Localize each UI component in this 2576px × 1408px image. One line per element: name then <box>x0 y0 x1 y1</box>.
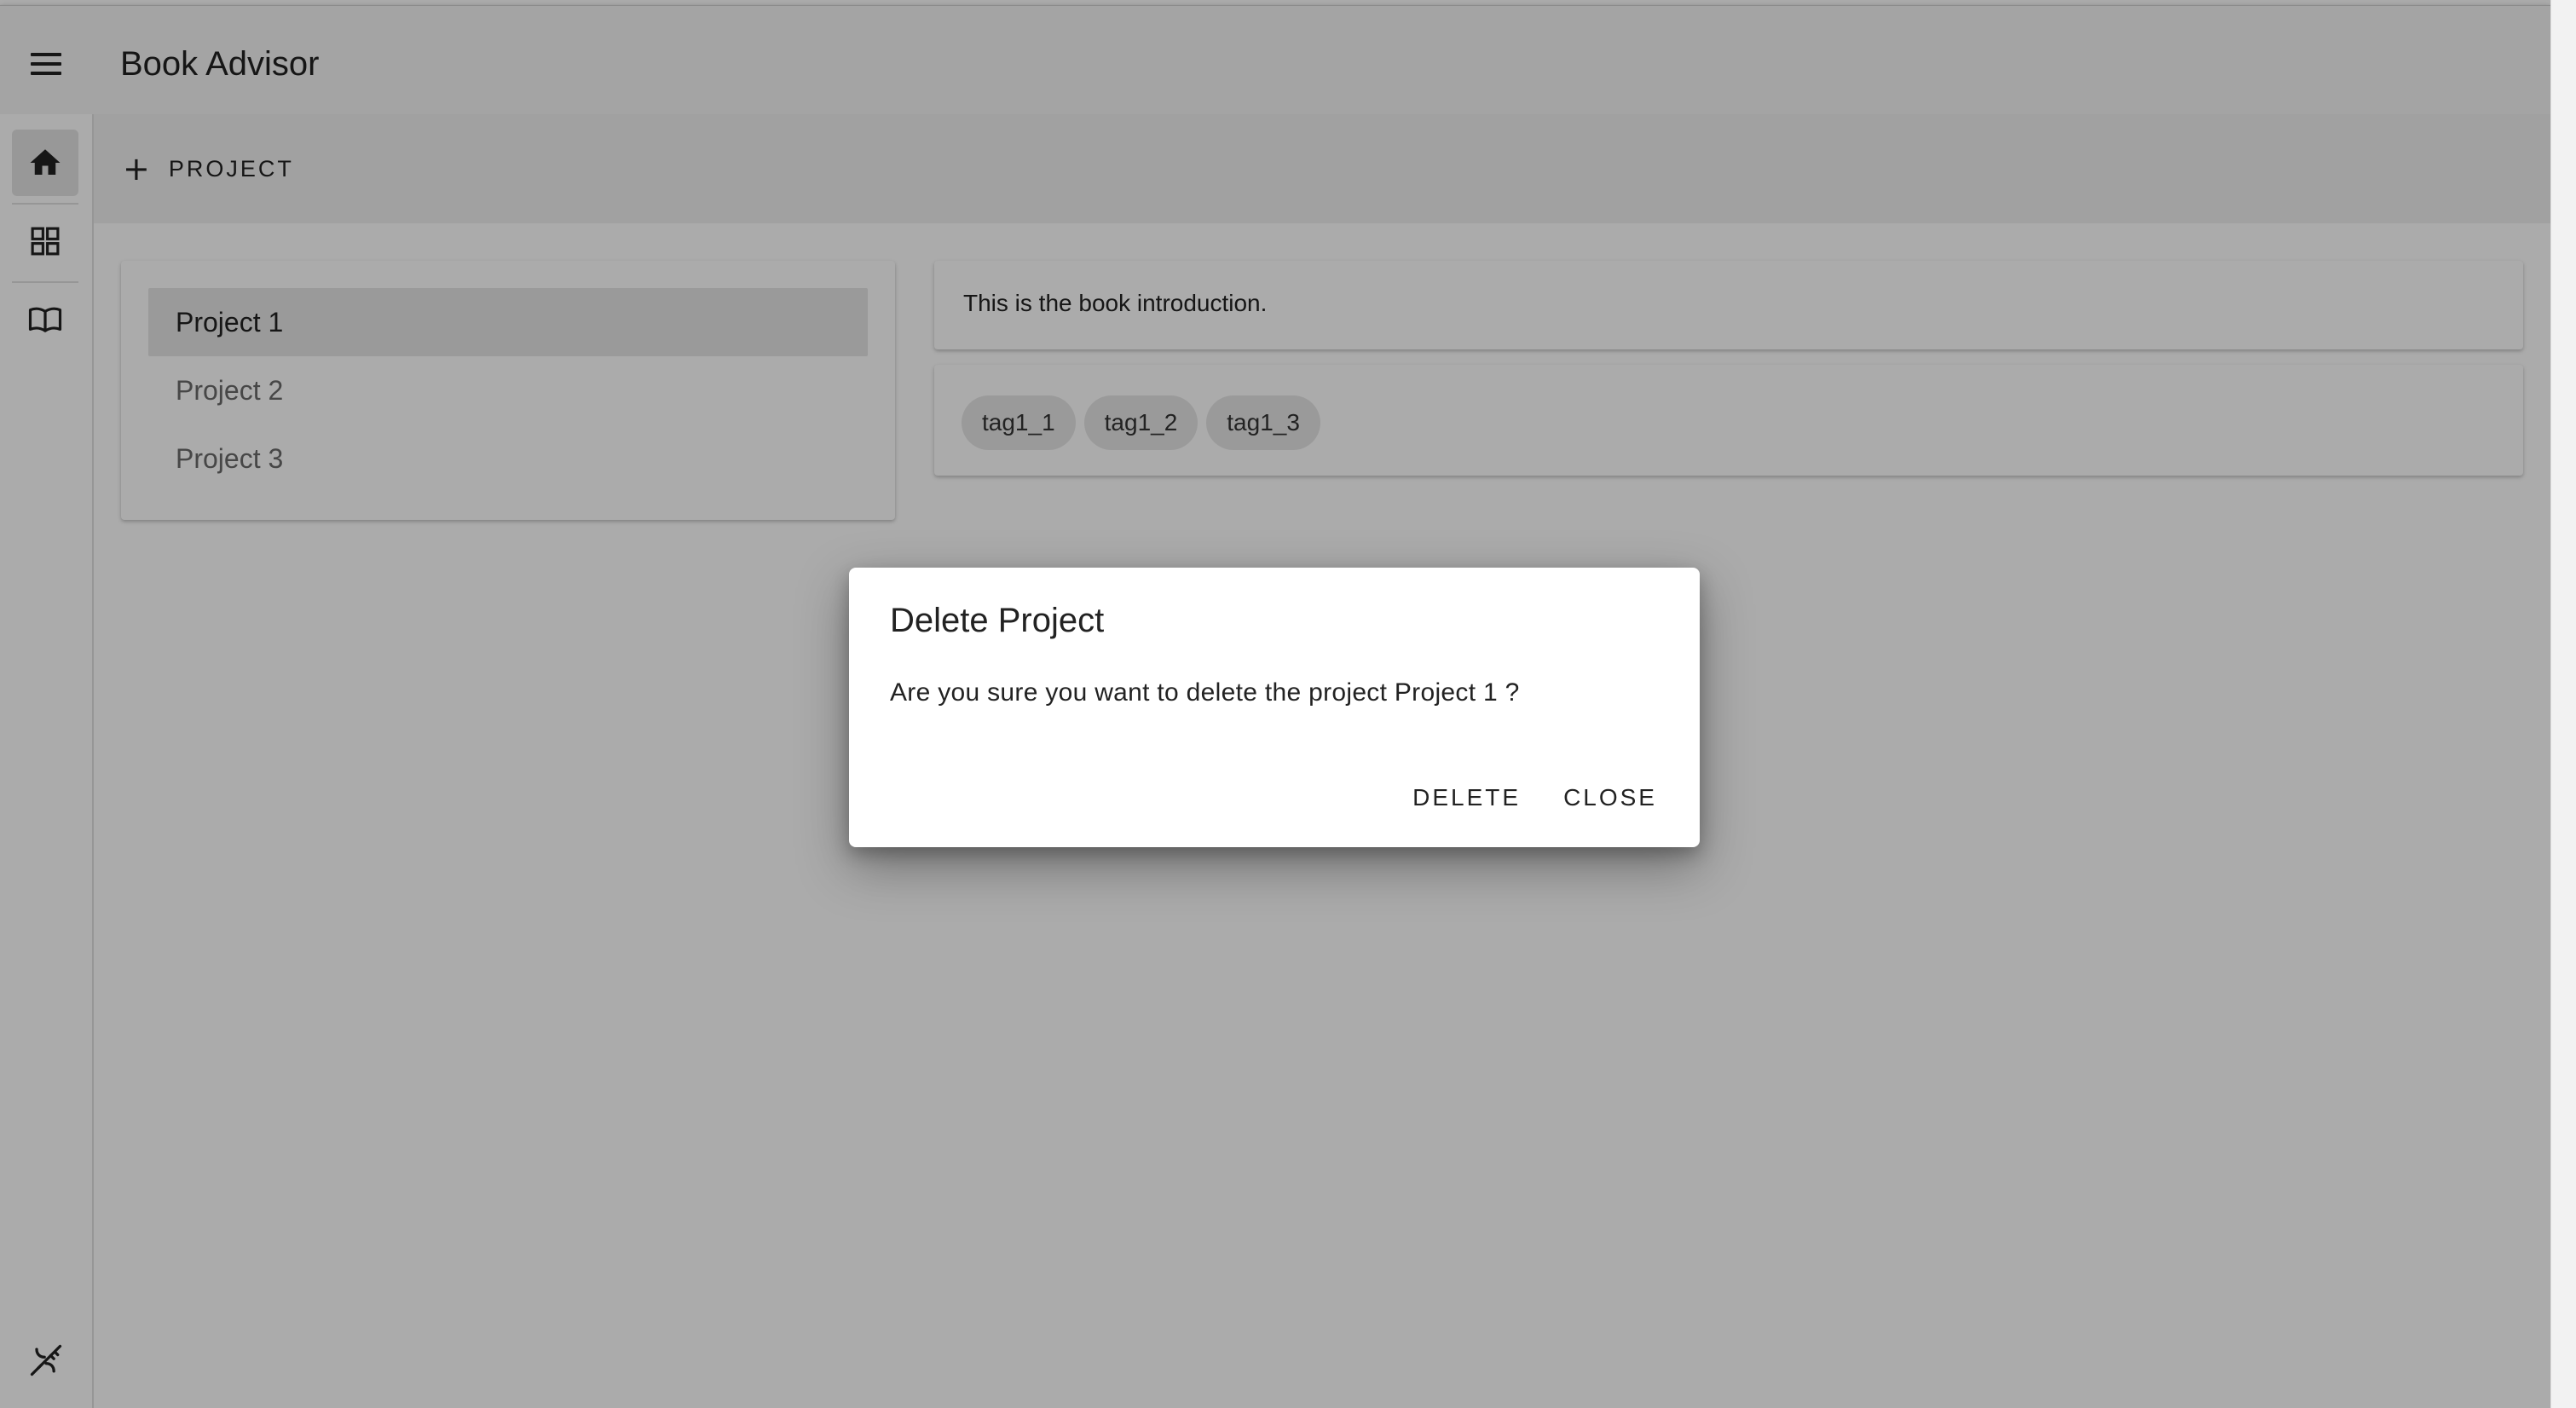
delete-project-dialog: Delete Project Are you sure you want to … <box>849 568 1700 847</box>
delete-button[interactable]: DELETE <box>1397 772 1536 823</box>
dialog-message: Are you sure you want to delete the proj… <box>890 678 1520 707</box>
window-edge <box>2550 0 2576 1408</box>
dialog-title: Delete Project <box>890 602 1105 639</box>
close-button[interactable]: CLOSE <box>1548 772 1672 823</box>
dialog-actions: DELETE CLOSE <box>1397 772 1672 823</box>
